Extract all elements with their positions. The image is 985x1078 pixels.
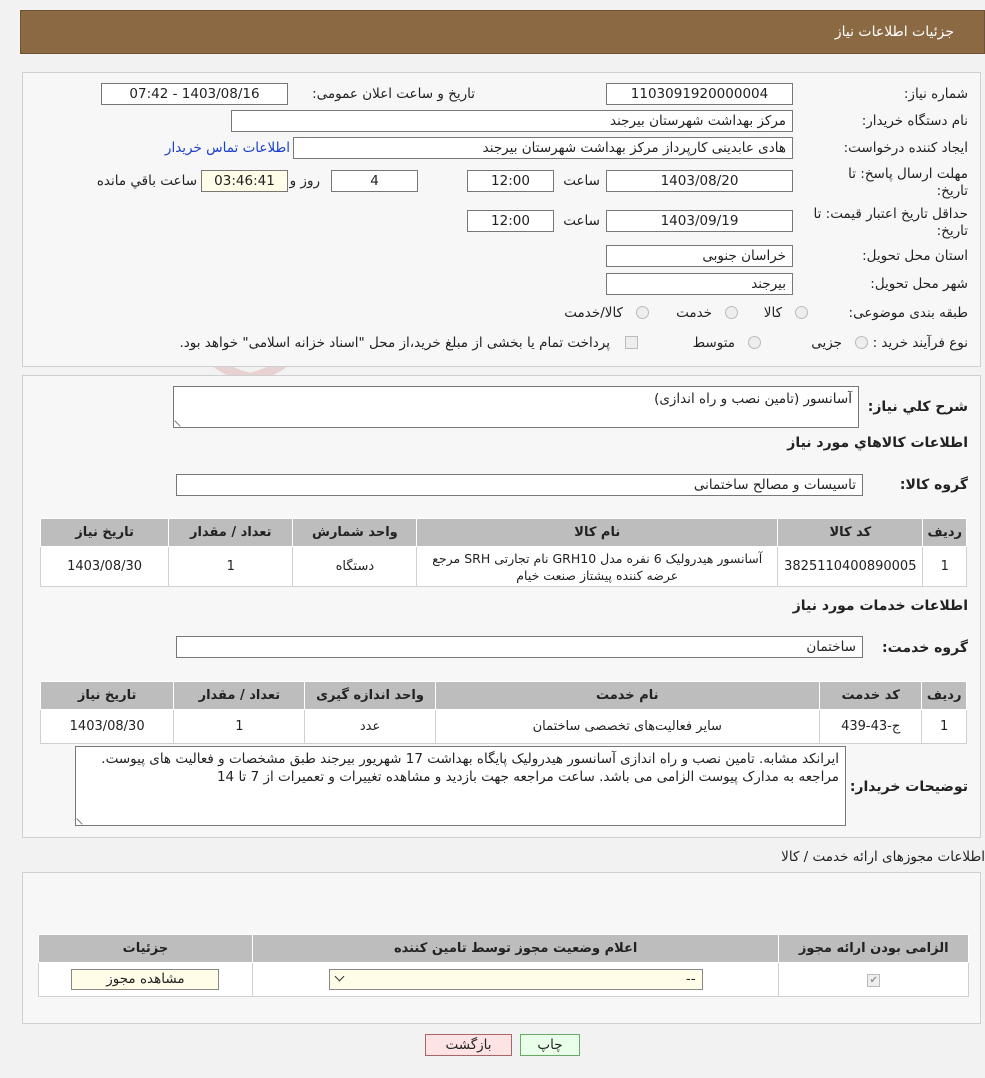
goods-col-row: ردیف <box>922 518 967 547</box>
services-cell-row: 1 <box>921 709 967 744</box>
resize-handle-icon[interactable] <box>76 813 88 825</box>
table-row: ✔ -- مشاهده مجوز <box>38 962 969 997</box>
goods-col-code: کد کالا <box>777 518 924 547</box>
goods-group-field: تاسیسات و مصالح ساختمانی <box>176 474 863 496</box>
goods-cell-row: 1 <box>922 546 967 587</box>
need-number-label: شماره نیاز: <box>903 86 968 102</box>
goods-col-qty: تعداد / مقدار <box>168 518 294 547</box>
service-group-label: گروه خدمت: <box>882 640 968 656</box>
goods-section-title: اطلاعات کالاهاي مورد نياز <box>787 435 968 451</box>
goods-cell-date: 1403/08/30 <box>39 546 170 587</box>
view-permit-button[interactable]: مشاهده مجوز <box>71 969 220 990</box>
announce-datetime-field: 1403/08/16 - 07:42 <box>101 83 288 105</box>
services-col-unit: واحد اندازه گیری <box>304 681 436 710</box>
province-label: استان محل تحویل: <box>862 248 968 264</box>
need-number-field: 1103091920000004 <box>606 83 793 105</box>
province-field: خراسان جنوبی <box>606 245 793 267</box>
creator-field: هادی عابدینی کارپرداز مرکز بهداشت شهرستا… <box>293 137 793 159</box>
services-col-code: کد خدمت <box>818 681 923 710</box>
services-cell-unit: عدد <box>304 709 436 744</box>
goods-cell-unit: دستگاه <box>292 546 418 587</box>
buyer-notes-textarea[interactable]: ایرانکد مشابه. تامین نصب و راه اندازی آس… <box>75 746 846 826</box>
goods-cell-qty: 1 <box>168 546 294 587</box>
goods-col-name: نام کالا <box>416 518 779 547</box>
deadline-label: مهلت ارسال پاسخ: تا تاریخ: <box>848 166 968 199</box>
category-label: طبقه بندی موضوعی: <box>848 305 968 321</box>
page-title: جزئیات اطلاعات نیاز <box>834 24 954 40</box>
permits-col-required: الزامی بودن ارائه مجوز <box>778 934 969 963</box>
validity-time-field: 12:00 <box>467 210 554 232</box>
goods-cell-code: 3825110400890005 <box>777 546 924 587</box>
buyer-org-label: نام دستگاه خریدار: <box>861 113 968 129</box>
permits-cell-status: -- <box>251 962 780 997</box>
validity-time-label: ساعت <box>563 213 600 229</box>
city-field: بیرجند <box>606 273 793 295</box>
chevron-down-icon <box>334 971 345 982</box>
goods-cell-name: آسانسور هیدرولیک 6 نفره مدل GRH10 نام تج… <box>416 546 779 587</box>
days-label: روز و <box>289 173 320 189</box>
treasury-note: پرداخت تمام یا بخشی از مبلغ خرید،از محل … <box>179 335 610 351</box>
services-col-name: نام خدمت <box>434 681 820 710</box>
buyer-contact-link[interactable]: اطلاعات تماس خریدار <box>165 140 290 156</box>
process-minor-radio[interactable] <box>855 336 868 349</box>
buyer-notes-text: ایرانکد مشابه. تامین نصب و راه اندازی آس… <box>101 751 839 785</box>
permits-col-status: اعلام وضعیت مجوز توسط تامین کننده <box>251 934 780 963</box>
permits-cell-details: مشاهده مجوز <box>38 962 253 997</box>
service-group-field: ساختمان <box>176 636 863 658</box>
city-label: شهر محل تحویل: <box>870 276 968 292</box>
process-medium-label: متوسط <box>692 335 735 351</box>
time-remaining-field: 03:46:41 <box>201 170 288 192</box>
process-label: نوع فرآیند خرید : <box>872 335 968 351</box>
buyer-org-field: مرکز بهداشت شهرستان بیرجند <box>231 110 793 132</box>
services-section-title: اطلاعات خدمات مورد نياز <box>792 598 968 614</box>
print-button[interactable]: چاپ <box>520 1034 580 1056</box>
goods-col-date: تاریخ نیاز <box>39 518 170 547</box>
process-minor-label: جزیی <box>811 335 842 351</box>
creator-label: ایجاد کننده درخواست: <box>843 140 968 156</box>
validity-date-field: 1403/09/19 <box>606 210 793 232</box>
deadline-time-field: 12:00 <box>467 170 554 192</box>
table-row: 1 3825110400890005 آسانسور هیدرولیک 6 نف… <box>39 546 967 587</box>
treasury-checkbox[interactable] <box>625 336 638 349</box>
permits-cell-required: ✔ <box>778 962 969 997</box>
services-cell-qty: 1 <box>173 709 306 744</box>
permits-table: الزامی بودن ارائه مجوز اعلام وضعیت مجوز … <box>38 934 969 997</box>
process-medium-radio[interactable] <box>748 336 761 349</box>
buyer-notes-label: توضیحات خریدار: <box>849 779 968 795</box>
category-goods-label: کالا <box>763 305 782 321</box>
category-goods-radio[interactable] <box>795 306 808 319</box>
goods-group-label: گروه کالا: <box>899 477 968 493</box>
permit-required-checkbox: ✔ <box>867 974 881 987</box>
permits-col-details: جزئیات <box>38 934 253 963</box>
desc-textarea[interactable]: آسانسور (تامین نصب و راه اندازی) <box>173 386 859 428</box>
services-table: ردیف کد خدمت نام خدمت واحد اندازه گیری ت… <box>39 681 967 744</box>
services-col-date: تاریخ نیاز <box>39 681 175 710</box>
permit-status-select[interactable]: -- <box>328 969 703 990</box>
services-cell-code: ج-43-439 <box>818 709 923 744</box>
table-row: 1 ج-43-439 سایر فعالیت‌های تخصصی ساختمان… <box>39 709 967 744</box>
services-col-row: ردیف <box>921 681 967 710</box>
announce-label: تاریخ و ساعت اعلان عمومی: <box>312 86 475 102</box>
page-header: جزئیات اطلاعات نیاز <box>20 10 985 54</box>
remaining-label: ساعت باقي مانده <box>96 173 197 189</box>
category-service-label: خدمت <box>676 305 712 321</box>
resize-handle-icon[interactable] <box>174 415 186 427</box>
deadline-date-field: 1403/08/20 <box>606 170 793 192</box>
goods-table: ردیف کد کالا نام کالا واحد شمارش تعداد /… <box>39 518 967 587</box>
days-remaining-field: 4 <box>331 170 418 192</box>
desc-text: آسانسور (تامین نصب و راه اندازی) <box>654 391 852 407</box>
category-service-radio[interactable] <box>725 306 738 319</box>
permit-status-value: -- <box>685 971 696 987</box>
goods-col-unit: واحد شمارش <box>292 518 418 547</box>
category-goods-service-radio[interactable] <box>636 306 649 319</box>
validity-label: حداقل تاریخ اعتبار قیمت: تا تاریخ: <box>813 206 968 239</box>
permits-section-title: اطلاعات مجوزهای ارائه خدمت / کالا <box>781 849 985 865</box>
desc-label: شرح کلي نياز: <box>867 399 968 415</box>
back-button[interactable]: بازگشت <box>425 1034 512 1056</box>
services-cell-date: 1403/08/30 <box>39 709 175 744</box>
deadline-time-label: ساعت <box>563 173 600 189</box>
services-cell-name: سایر فعالیت‌های تخصصی ساختمان <box>434 709 820 744</box>
services-col-qty: تعداد / مقدار <box>173 681 306 710</box>
category-goods-service-label: کالا/خدمت <box>564 305 623 321</box>
